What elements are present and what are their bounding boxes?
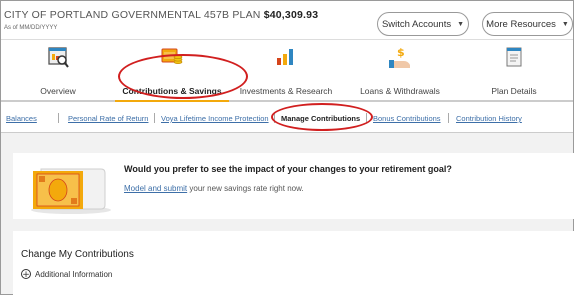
subnav-personal-rate-of-return[interactable]: Personal Rate of Return (68, 114, 148, 123)
model-and-submit-link[interactable]: Model and submit (124, 184, 187, 193)
divider (58, 113, 59, 123)
page-frame: CITY OF PORTLAND GOVERNMENTAL 457B PLAN … (0, 0, 574, 296)
subnav-balances[interactable]: Balances (6, 114, 37, 123)
tab-label: Overview (40, 86, 76, 96)
additional-information-toggle[interactable]: + Additional Information (21, 269, 113, 280)
caret-down-icon: ▼ (561, 20, 569, 28)
promo-text: Model and submit your new savings rate r… (124, 184, 304, 193)
magnifier-chart-icon (47, 46, 69, 73)
plus-icon: + (21, 269, 31, 280)
plan-title: CITY OF PORTLAND GOVERNMENTAL 457B PLAN … (4, 9, 319, 21)
tab-label: Plan Details (491, 86, 537, 96)
money-jar-icon (23, 163, 113, 220)
plan-balance: $40,309.93 (263, 9, 319, 21)
tab-label: Loans & Withdrawals (360, 86, 440, 96)
caret-down-icon: ▼ (457, 20, 465, 28)
annotation-circle-tab (118, 54, 248, 99)
promo-card: Would you prefer to see the impact of yo… (13, 153, 574, 219)
section-title: Change My Contributions (21, 249, 134, 260)
tab-overview[interactable]: Overview (1, 40, 115, 102)
tab-loans-withdrawals[interactable]: $ Loans & Withdrawals (343, 40, 457, 102)
change-contributions-card: Change My Contributions + Additional Inf… (13, 231, 574, 296)
bar-chart-icon (275, 46, 297, 71)
additional-information-label: Additional Information (35, 269, 113, 279)
account-header: CITY OF PORTLAND GOVERNMENTAL 457B PLAN … (1, 1, 573, 39)
promo-question: Would you prefer to see the impact of yo… (124, 164, 452, 174)
switch-accounts-button[interactable]: Switch Accounts ▼ (377, 12, 469, 36)
subnav-contribution-history[interactable]: Contribution History (456, 114, 522, 123)
annotation-circle-subnav (271, 103, 373, 131)
tab-plan-details[interactable]: Plan Details (457, 40, 571, 102)
divider (448, 113, 449, 123)
divider (154, 113, 155, 123)
hand-dollar-icon: $ (388, 46, 412, 75)
main-nav: Overview Contributions & Savings Investm… (1, 39, 573, 102)
as-of-date: As of MM/DD/YYYY (4, 25, 58, 31)
more-resources-button[interactable]: More Resources ▼ (482, 12, 573, 36)
subnav-bonus-contributions[interactable]: Bonus Contributions (373, 114, 441, 123)
tab-label: Investments & Research (239, 86, 333, 96)
svg-text:$: $ (397, 46, 405, 59)
document-icon (504, 46, 524, 73)
subnav-voya-lifetime-income-protection[interactable]: Voya Lifetime Income Protection (161, 114, 269, 123)
